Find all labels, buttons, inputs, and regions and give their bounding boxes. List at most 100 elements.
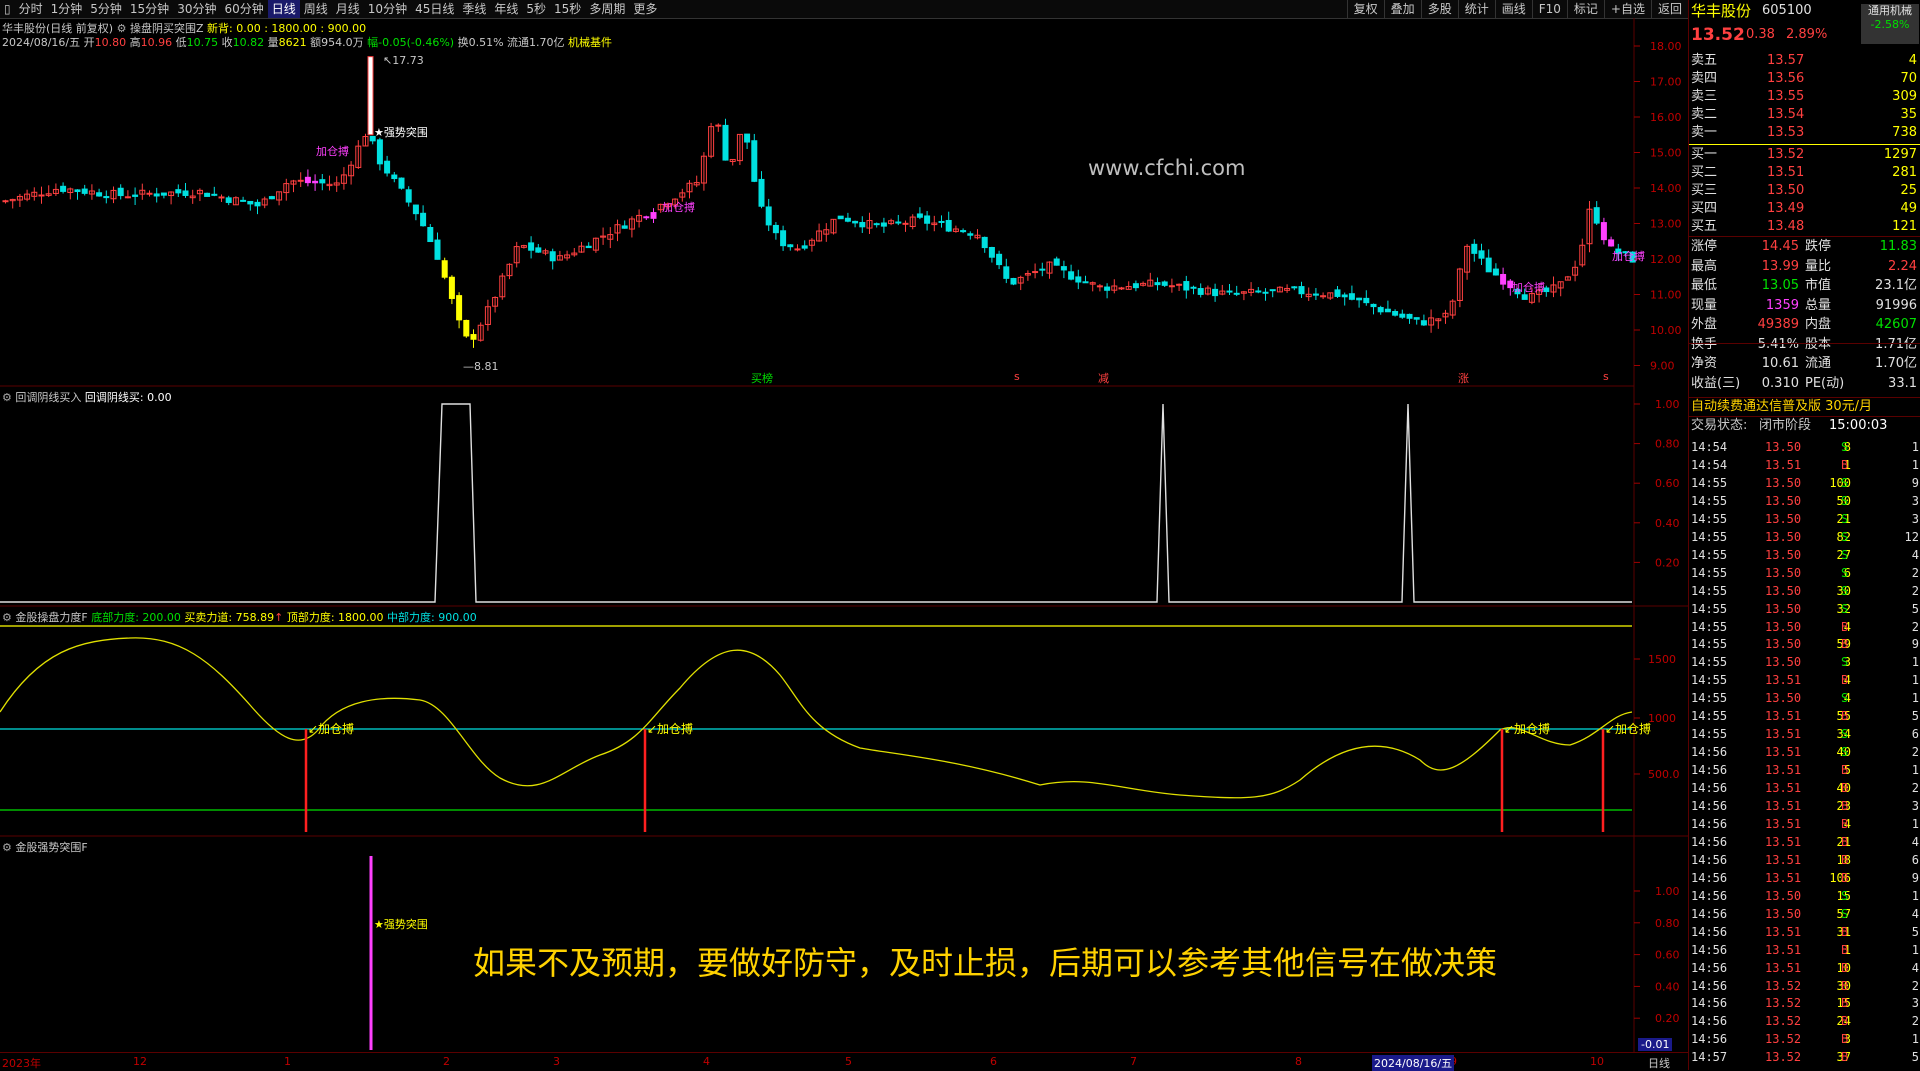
- candle: [758, 171, 765, 209]
- tick-time: 14:56: [1691, 816, 1728, 831]
- tick-time: 14:56: [1691, 906, 1728, 921]
- stat-row: 外盘 49389 内盘 42607: [1689, 316, 1920, 334]
- candle: [736, 133, 743, 166]
- candle: [571, 248, 578, 257]
- ask-label: 卖五: [1691, 53, 1718, 68]
- candle: [463, 319, 470, 338]
- main-y-tick-label: 15.00: [1650, 147, 1682, 160]
- tick-side: B: [1841, 942, 1849, 957]
- tick-row: 14:55 13.50 82 S 12: [1689, 528, 1920, 546]
- panel2-title[interactable]: 回调阴线买入: [15, 391, 81, 404]
- candle: [196, 188, 203, 202]
- main-y-tick-label: 11.00: [1650, 289, 1682, 302]
- tick-price: 13.52: [1765, 1032, 1802, 1047]
- candle: [1075, 269, 1082, 290]
- main-add-signal-1: 加仓搏: [316, 145, 349, 158]
- stat-value: 5.41%: [1757, 336, 1799, 352]
- candle: [916, 207, 923, 220]
- main-y-tick-label: 16.00: [1650, 111, 1682, 124]
- p2-y-tick-label: 0.40: [1655, 517, 1680, 530]
- panel3-top-strength: 顶部力度: 1800.00: [286, 611, 384, 624]
- tick-count: 4: [1911, 547, 1919, 562]
- main-y-tick-label: 9.00: [1650, 360, 1675, 373]
- candle: [283, 178, 290, 201]
- tick-row: 14:55 13.50 27 S 4: [1689, 546, 1920, 564]
- date-axis[interactable]: 2023年1212345678910 2024/08/16/五 日线: [0, 1052, 1688, 1071]
- promo-row[interactable]: 自动续费通达信普及版 30元/月: [1689, 397, 1920, 416]
- candle: [1125, 281, 1132, 290]
- tick-row: 14:56 13.51 5 B 1: [1689, 761, 1920, 779]
- tick-price: 13.51: [1765, 673, 1802, 688]
- stat-label: 现量: [1691, 297, 1718, 313]
- tick-time: 14:54: [1691, 440, 1728, 454]
- bottom-marker-1: 买榜: [751, 372, 773, 385]
- ask-volume: 738: [1892, 125, 1917, 140]
- tick-row: 14:56 13.51 31 B 5: [1689, 923, 1920, 941]
- stat-value-2: 1.71亿: [1875, 336, 1917, 352]
- tick-side: S: [1841, 493, 1849, 508]
- tick-price: 13.50: [1765, 906, 1802, 921]
- tick-row: 14:54 13.50 8 S 1: [1689, 438, 1920, 456]
- panel4-title[interactable]: 金股强势突围F: [15, 841, 87, 854]
- stat-value-2: 91996: [1875, 297, 1917, 313]
- tick-row: 14:56 13.51 4 B 1: [1689, 815, 1920, 833]
- candle: [1334, 285, 1341, 298]
- candle: [801, 240, 808, 251]
- tick-time: 14:55: [1691, 511, 1728, 526]
- tick-row: 14:55 13.50 3 S 1: [1689, 653, 1920, 671]
- candle: [1204, 285, 1211, 296]
- tick-row: 14:55 13.50 32 S 5: [1689, 600, 1920, 618]
- tick-time: 14:56: [1691, 834, 1728, 849]
- candle: [1600, 217, 1607, 245]
- chart-area[interactable]: 18.00 17.00 16.00 15.00 14.00 13.00 12.00 11.00…: [0, 0, 1688, 1052]
- stat-label-2: 股本: [1805, 336, 1832, 352]
- candle: [960, 228, 967, 234]
- tick-side: B: [1841, 870, 1849, 885]
- candle: [1132, 280, 1139, 292]
- panel3-title-line: ⚙ 金股操盘力度F 底部力度: 200.00 买卖力道: 758.89↑ 顶部力…: [2, 609, 477, 625]
- tick-count: 4: [1911, 834, 1919, 849]
- candle: [1341, 292, 1348, 306]
- candle: [492, 296, 499, 313]
- candle: [866, 212, 873, 234]
- price-change: 0.38: [1746, 27, 1775, 42]
- candle: [614, 219, 621, 242]
- period-label[interactable]: 日线: [1648, 1055, 1670, 1071]
- candle: [520, 244, 527, 249]
- main-y-tick-label: 14.00: [1650, 182, 1682, 195]
- stat-value-2: 11.83: [1879, 239, 1917, 254]
- candle: [650, 208, 657, 224]
- panel3-title[interactable]: 金股操盘力度F: [15, 611, 87, 624]
- panel3-bottom-strength: 底部力度: 200.00: [91, 611, 181, 624]
- candle: [643, 215, 650, 220]
- panel3-gear-icon[interactable]: ⚙: [2, 611, 12, 624]
- stat-label: 外盘: [1691, 317, 1718, 332]
- candle: [549, 248, 556, 270]
- promo-text: 自动续费通达信普及版 30元/月: [1691, 399, 1873, 414]
- candle: [31, 187, 38, 201]
- date-axis-label-6: 5: [845, 1055, 852, 1068]
- panel2-gear-icon[interactable]: ⚙: [2, 391, 12, 404]
- candle: [1298, 281, 1305, 299]
- candle: [182, 183, 189, 198]
- tick-price: 13.50: [1765, 529, 1802, 544]
- stat-label-2: PE(动): [1805, 375, 1845, 391]
- tick-price: 13.51: [1765, 870, 1802, 885]
- tick-count: 9: [1911, 870, 1919, 885]
- candle: [1147, 272, 1154, 287]
- ask-row: 卖四 13.56 70: [1689, 70, 1920, 88]
- panel4-gear-icon[interactable]: ⚙: [2, 841, 12, 854]
- candle: [1248, 282, 1255, 297]
- tick-time: 14:56: [1691, 942, 1728, 957]
- tick-side: B: [1841, 709, 1849, 724]
- tick-side: B: [1841, 763, 1849, 778]
- bid-label: 买五: [1691, 219, 1718, 234]
- candle: [290, 179, 297, 193]
- tick-row: 14:55 13.50 6 S 2: [1689, 564, 1920, 582]
- bid-volume: 281: [1892, 165, 1917, 180]
- tick-price: 13.51: [1765, 852, 1802, 867]
- p2-y-tick-label: 1.00: [1655, 398, 1680, 411]
- candle: [45, 185, 52, 198]
- stat-row: 净资 10.61 流通 1.70亿: [1689, 355, 1920, 373]
- p4-y-tick-label: 1.00: [1655, 885, 1680, 898]
